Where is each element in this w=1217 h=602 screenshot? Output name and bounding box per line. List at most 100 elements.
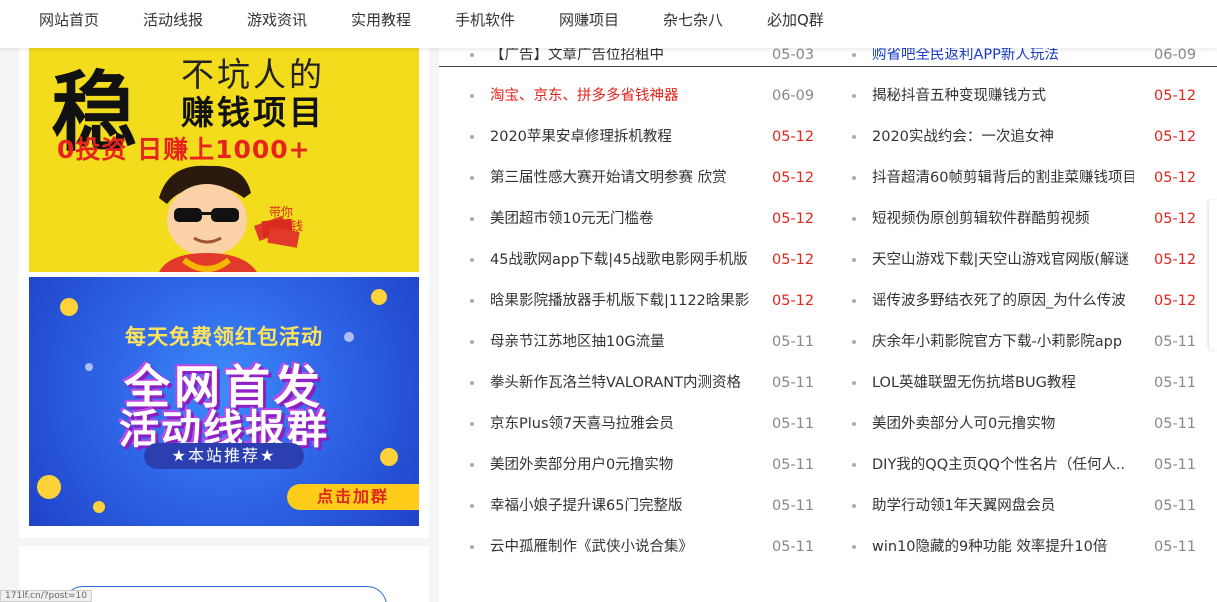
bullet-icon [852,299,856,303]
article-date: 05-12 [772,211,815,227]
nav-item-qq-group[interactable]: 必加Q群 [767,9,824,30]
article-row[interactable]: 助学行动领1年天翼网盘会员 05-11 [852,497,1202,538]
article-row[interactable]: 天空山游戏下载|天空山游戏官网版(解谜 05-12 [852,251,1202,292]
bullet-icon [852,340,856,344]
bullet-icon [470,217,474,221]
bullet-icon [852,217,856,221]
article-row[interactable]: 母亲节江苏地区抽10G流量 05-11 [470,333,820,374]
article-row[interactable]: LOL英雄联盟无伤抗塔BUG教程 05-11 [852,374,1202,415]
article-date: 06-09 [1154,47,1197,63]
floating-side-widget[interactable] [1209,200,1217,350]
article-date: 05-12 [1154,211,1197,227]
article-title-link[interactable]: 抖音超清60帧剪辑背后的割韭菜赚钱项目 [872,169,1134,187]
article-row[interactable]: 美团超市领10元无门槛卷 05-12 [470,210,820,251]
article-row[interactable]: 美团外卖部分用户0元撸实物 05-11 [470,456,820,497]
article-date: 05-11 [1154,539,1197,555]
nav-item-tutorials[interactable]: 实用教程 [351,9,411,30]
article-row[interactable]: 云中孤雁制作《武侠小说合集》 05-11 [470,538,820,579]
bullet-icon [852,258,856,262]
bullet-icon [470,381,474,385]
bullet-icon [852,135,856,139]
article-title-link[interactable]: 云中孤雁制作《武侠小说合集》 [490,538,752,556]
article-title-link[interactable]: 天空山游戏下载|天空山游戏官网版(解谜 [872,251,1134,269]
article-title-link[interactable]: 第三届性感大赛开始请文明参赛 欣赏 [490,169,752,187]
nav-item-mobile-software[interactable]: 手机软件 [455,9,515,30]
article-date: 05-11 [772,498,815,514]
bullet-icon [470,545,474,549]
article-title-link[interactable]: LOL英雄联盟无伤抗塔BUG教程 [872,374,1134,392]
nav-item-activity[interactable]: 活动线报 [143,9,203,30]
money-project-banner[interactable]: 稳 不坑人的 赚钱项目 0投资 日赚上1000+ 带你 赚大钱 [29,48,419,272]
article-row[interactable]: DIY我的QQ主页QQ个性名片（任何人.. 05-11 [852,456,1202,497]
article-row[interactable]: win10隐藏的9种功能 效率提升10倍 05-11 [852,538,1202,579]
article-title-link[interactable]: win10隐藏的9种功能 效率提升10倍 [872,538,1134,556]
article-row[interactable]: 晗果影院播放器手机版下载|1122晗果影 05-12 [470,292,820,333]
nav-item-misc[interactable]: 杂七杂八 [663,9,723,30]
bullet-icon [470,176,474,180]
article-date: 05-11 [1154,498,1197,514]
article-date: 05-11 [772,539,815,555]
bullet-icon [470,135,474,139]
article-title-link[interactable]: 45战歌网app下载|45战歌电影网手机版 [490,251,752,269]
article-row[interactable]: 购省吧全民返利APP新人玩法 06-09 [852,46,1202,87]
article-date: 05-11 [772,416,815,432]
top-nav: 网站首页 活动线报 游戏资讯 实用教程 手机软件 网赚项目 杂七杂八 必加Q群 [0,0,1217,48]
article-title-link[interactable]: 拳头新作瓦洛兰特VALORANT内测资格 [490,374,752,392]
article-title-link[interactable]: 购省吧全民返利APP新人玩法 [872,46,1134,64]
article-title-link[interactable]: 2020实战约会：一次追女神 [872,128,1134,146]
article-title-link[interactable]: 2020苹果安卓修理拆机教程 [490,128,752,146]
bullet-icon [852,422,856,426]
bullet-icon [852,94,856,98]
article-title-link[interactable]: 【广告】文章广告位招租中 [490,46,752,64]
article-row[interactable]: 【广告】文章广告位招租中 05-03 [470,46,820,87]
article-title-link[interactable]: 美团外卖部分人可0元撸实物 [872,415,1134,433]
article-title-link[interactable]: 谣传波多野结衣死了的原因_为什么传波 [872,292,1134,310]
article-title-link[interactable]: 助学行动领1年天翼网盘会员 [872,497,1134,515]
article-title-link[interactable]: 淘宝、京东、拼多多省钱神器 [490,87,752,105]
status-bar-url: 171lf.cn/?post=10 [0,590,92,602]
article-row[interactable]: 京东Plus领7天喜马拉雅会员 05-11 [470,415,820,456]
article-date: 05-11 [1154,457,1197,473]
bullet-icon [852,545,856,549]
article-row[interactable]: 拳头新作瓦洛兰特VALORANT内测资格 05-11 [470,374,820,415]
article-row[interactable]: 幸福小娘子提升课65门完整版 05-11 [470,497,820,538]
article-row[interactable]: 45战歌网app下载|45战歌电影网手机版 05-12 [470,251,820,292]
article-title-link[interactable]: 揭秘抖音五种变现赚钱方式 [872,87,1134,105]
article-title-link[interactable]: 庆余年小莉影院官方下载-小莉影院app [872,333,1134,351]
join-group-button[interactable]: 点击加群 [287,484,419,510]
activity-group-banner[interactable]: 每天免费领红包活动 全网首发 活动线报群 ★本站推荐★ 点击加群 [29,277,419,526]
article-row[interactable]: 庆余年小莉影院官方下载-小莉影院app 05-11 [852,333,1202,374]
article-title-link[interactable]: 幸福小娘子提升课65门完整版 [490,497,752,515]
nav-item-make-money[interactable]: 网赚项目 [559,9,619,30]
article-date: 05-12 [1154,293,1197,309]
article-row[interactable]: 2020实战约会：一次追女神 05-12 [852,128,1202,169]
article-row[interactable]: 抖音超清60帧剪辑背后的割韭菜赚钱项目 05-12 [852,169,1202,210]
bullet-icon [852,176,856,180]
search-pill[interactable] [63,586,387,602]
article-title-link[interactable]: 晗果影院播放器手机版下载|1122晗果影 [490,292,752,310]
bullet-icon [470,299,474,303]
article-date: 05-11 [772,375,815,391]
bullet-icon [852,381,856,385]
article-row[interactable]: 谣传波多野结衣死了的原因_为什么传波 05-12 [852,292,1202,333]
article-row[interactable]: 揭秘抖音五种变现赚钱方式 05-12 [852,87,1202,128]
article-row[interactable]: 美团外卖部分人可0元撸实物 05-11 [852,415,1202,456]
article-date: 05-12 [1154,88,1197,104]
article-row[interactable]: 淘宝、京东、拼多多省钱神器 06-09 [470,87,820,128]
article-title-link[interactable]: 美团外卖部分用户0元撸实物 [490,456,752,474]
article-title-link[interactable]: 美团超市领10元无门槛卷 [490,210,752,228]
bullet-icon [470,94,474,98]
nav-item-game-news[interactable]: 游戏资讯 [247,9,307,30]
article-row[interactable]: 2020苹果安卓修理拆机教程 05-12 [470,128,820,169]
article-title-link[interactable]: 短视频伪原创剪辑软件群酷剪视频 [872,210,1134,228]
article-date: 05-12 [1154,129,1197,145]
article-row[interactable]: 第三届性感大赛开始请文明参赛 欣赏 05-12 [470,169,820,210]
bullet-icon [470,340,474,344]
svg-text:带你: 带你 [269,205,293,219]
article-title-link[interactable]: 京东Plus领7天喜马拉雅会员 [490,415,752,433]
article-title-link[interactable]: 母亲节江苏地区抽10G流量 [490,333,752,351]
article-title-link[interactable]: DIY我的QQ主页QQ个性名片（任何人.. [872,456,1134,474]
article-row[interactable]: 短视频伪原创剪辑软件群酷剪视频 05-12 [852,210,1202,251]
bullet-icon [852,463,856,467]
nav-item-home[interactable]: 网站首页 [39,9,99,30]
